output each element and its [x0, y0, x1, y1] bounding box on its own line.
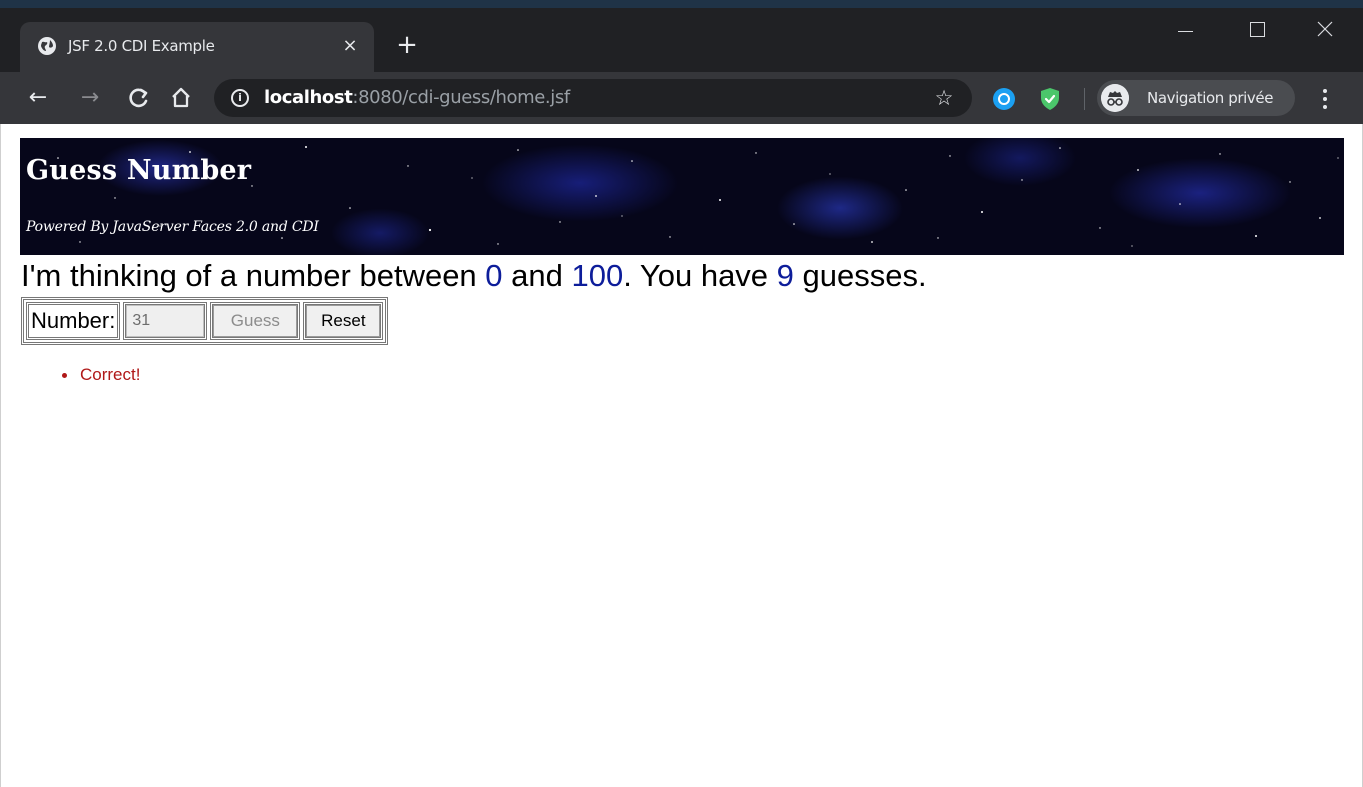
window-close-icon[interactable] [1305, 14, 1345, 44]
prompt-text: I'm thinking of a number between [21, 258, 486, 293]
prompt-text: and [502, 258, 572, 293]
home-icon[interactable] [167, 84, 195, 112]
prompt-text: guesses. [793, 258, 927, 293]
kebab-menu-icon[interactable] [1315, 86, 1335, 112]
extension-shield-icon[interactable] [1040, 87, 1060, 111]
tab-close-icon[interactable]: × [339, 35, 361, 57]
message-text: Correct! [80, 365, 141, 384]
number-input[interactable] [126, 305, 205, 337]
incognito-profile-button[interactable]: Navigation privée [1097, 80, 1295, 116]
tab-active[interactable]: JSF 2.0 CDI Example × [20, 22, 374, 72]
guess-button-cell: Guess [210, 302, 301, 340]
number-input-cell [123, 302, 208, 340]
bullet [62, 373, 67, 378]
message-item: Correct! [62, 364, 140, 386]
page-subtitle: Powered By JavaServer Faces 2.0 and CDI [26, 219, 319, 235]
header-banner: Guess Number Powered By JavaServer Faces… [20, 138, 1344, 255]
page-content: Guess Number Powered By JavaServer Faces… [0, 124, 1363, 787]
back-arrow-icon[interactable]: ← [24, 84, 52, 112]
toolbar-separator [1084, 88, 1085, 110]
new-tab-icon[interactable]: + [394, 32, 420, 58]
forward-arrow-icon[interactable]: → [76, 84, 104, 112]
range-min: 0 [485, 258, 503, 293]
info-icon[interactable]: i [231, 89, 249, 107]
minimize-icon[interactable] [1166, 14, 1206, 44]
page-title: Guess Number [26, 155, 252, 186]
url-path: :8080/cdi-guess/home.jsf [352, 87, 570, 108]
reset-button[interactable]: Reset [306, 305, 381, 337]
guess-button[interactable]: Guess [213, 305, 298, 337]
remaining-guesses: 9 [776, 258, 794, 293]
range-max: 100 [571, 258, 624, 293]
incognito-icon [1101, 84, 1129, 112]
number-label-cell: Number: [26, 302, 121, 340]
url-host: localhost [264, 87, 353, 108]
browser-window: JSF 2.0 CDI Example × + ← → i localhost:… [0, 0, 1363, 787]
tab-strip: JSF 2.0 CDI Example × + [0, 0, 1363, 72]
guess-form: Number: Guess Reset [21, 297, 389, 345]
prompt-text: . You have [623, 258, 777, 293]
tab-title: JSF 2.0 CDI Example [68, 37, 215, 55]
address-bar[interactable]: i localhost:8080/cdi-guess/home.jsf ☆ [214, 79, 972, 117]
messages-list: Correct! [62, 364, 140, 386]
browser-toolbar: ← → i localhost:8080/cdi-guess/home.jsf … [0, 72, 1363, 124]
number-label: Number: [31, 308, 116, 333]
profile-label: Navigation privée [1147, 89, 1274, 107]
game-prompt: I'm thinking of a number between 0 and 1… [21, 257, 927, 295]
window-top-edge [0, 0, 1363, 8]
extension-blue-icon[interactable] [993, 88, 1015, 110]
globe-icon [38, 37, 56, 55]
maximize-icon[interactable] [1238, 14, 1278, 44]
url-text[interactable]: localhost:8080/cdi-guess/home.jsf [264, 87, 570, 109]
reset-button-cell: Reset [303, 302, 384, 340]
reload-icon[interactable] [125, 84, 153, 112]
bookmark-star-icon[interactable]: ☆ [932, 86, 956, 110]
